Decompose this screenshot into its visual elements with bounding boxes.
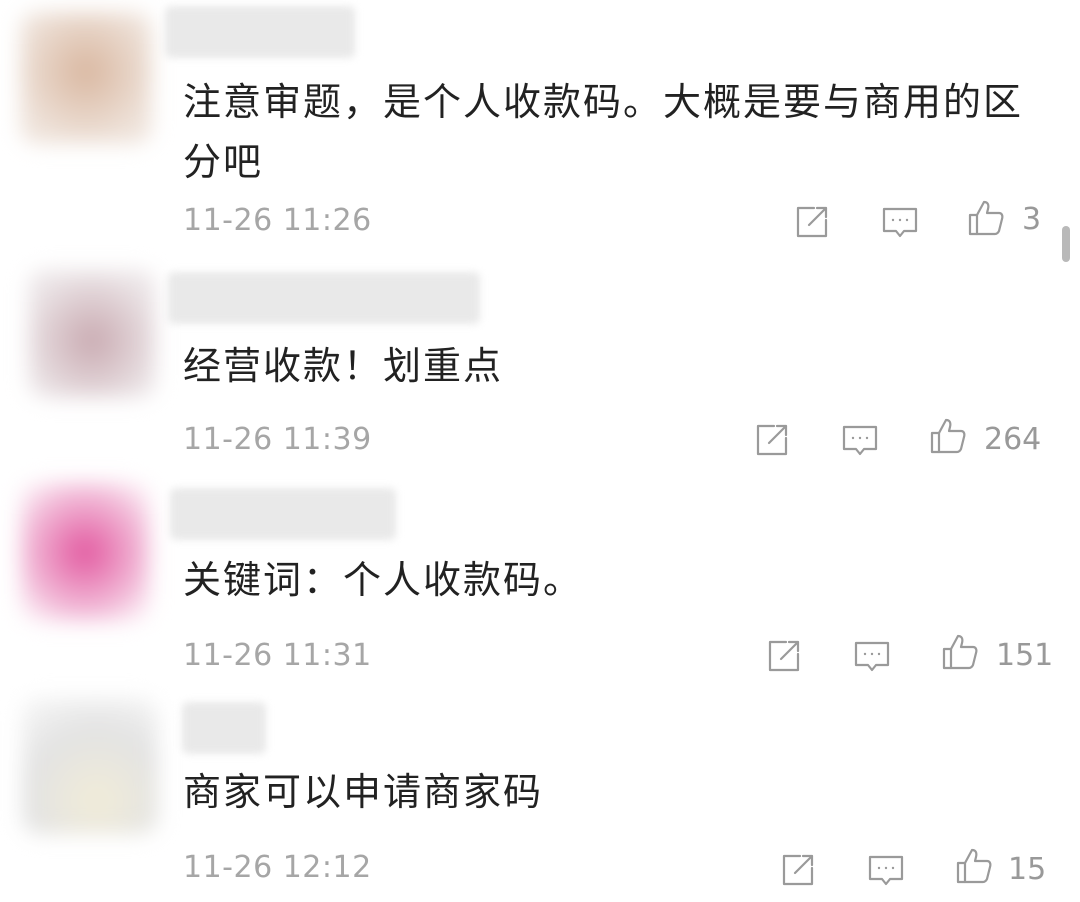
comment-text: 关键词：个人收款码。 bbox=[183, 558, 584, 602]
avatar[interactable] bbox=[20, 482, 150, 622]
thumbs-up-icon[interactable] bbox=[966, 198, 1006, 238]
like-count: 151 bbox=[996, 638, 1054, 673]
comment-text: 经营收款！划重点 bbox=[183, 344, 504, 388]
comment-timestamp: 11-26 12:12 bbox=[183, 850, 372, 885]
comment-item: 注意审题，是个人收款码。大概是要与商用的区分吧 11-26 11:26 3 bbox=[0, 0, 1080, 250]
share-icon[interactable] bbox=[764, 636, 804, 676]
comment-item: 经营收款！划重点 11-26 11:39 264 bbox=[0, 250, 1080, 470]
share-icon[interactable] bbox=[778, 850, 818, 890]
share-icon[interactable] bbox=[752, 420, 792, 460]
like-count: 3 bbox=[1022, 202, 1042, 237]
reply-icon[interactable] bbox=[880, 202, 920, 242]
comment-item: 商家可以申请商家码 11-26 12:12 15 bbox=[0, 690, 1080, 902]
like-count: 15 bbox=[1008, 852, 1047, 887]
username-blurred[interactable] bbox=[165, 6, 355, 58]
avatar[interactable] bbox=[28, 270, 156, 398]
thumbs-up-icon[interactable] bbox=[954, 846, 994, 886]
thumbs-up-icon[interactable] bbox=[928, 416, 968, 456]
comment-timestamp: 11-26 11:26 bbox=[183, 203, 372, 238]
username-blurred[interactable] bbox=[168, 272, 480, 324]
reply-icon[interactable] bbox=[840, 420, 880, 460]
comment-item: 关键词：个人收款码。 11-26 11:31 151 bbox=[0, 470, 1080, 690]
share-icon[interactable] bbox=[792, 202, 832, 242]
reply-icon[interactable] bbox=[852, 636, 892, 676]
comment-text: 注意审题，是个人收款码。大概是要与商用的区分吧 bbox=[183, 80, 1024, 184]
reply-icon[interactable] bbox=[866, 850, 906, 890]
like-count: 264 bbox=[984, 422, 1042, 457]
comment-timestamp: 11-26 11:31 bbox=[183, 638, 372, 673]
comment-text: 商家可以申请商家码 bbox=[183, 770, 544, 814]
avatar[interactable] bbox=[20, 12, 152, 144]
thumbs-up-icon[interactable] bbox=[940, 632, 980, 672]
username-blurred[interactable] bbox=[182, 702, 266, 754]
avatar[interactable] bbox=[22, 698, 158, 834]
username-blurred[interactable] bbox=[170, 488, 396, 540]
comment-timestamp: 11-26 11:39 bbox=[183, 422, 372, 457]
